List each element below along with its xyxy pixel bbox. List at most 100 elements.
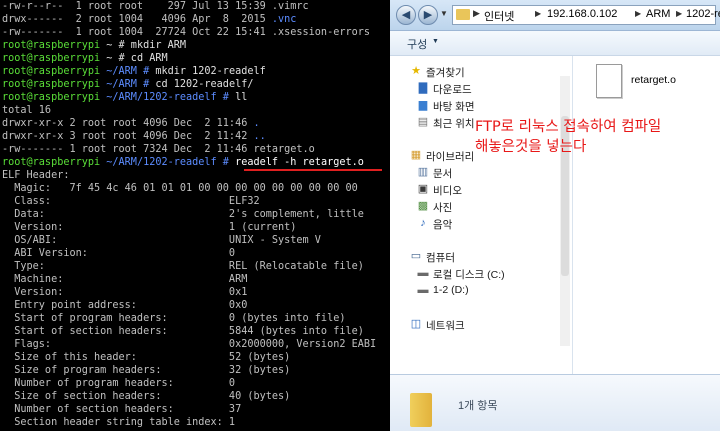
terminal-text: ~/ARM/1202-readelf # bbox=[100, 157, 236, 168]
terminal-line: Start of section headers: 5844 (bytes in… bbox=[2, 325, 364, 338]
nav-label: 로컬 디스크 (C:) bbox=[433, 269, 505, 281]
terminal-text: ~/ARM/1202-readelf # bbox=[100, 92, 236, 103]
terminal-line: root@raspberrypi ~ # cd ARM bbox=[2, 52, 168, 65]
forward-button[interactable]: ▶ bbox=[418, 5, 438, 25]
terminal-line: root@raspberrypi ~/ARM # cd 1202-readelf… bbox=[2, 78, 253, 91]
terminal-window[interactable]: -rw-r--r-- 1 root root 297 Jul 13 15:39 … bbox=[0, 0, 390, 431]
terminal-line: -rw------- 1 root root 7324 Dec 2 11:46 … bbox=[2, 143, 315, 156]
terminal-line: Magic: 7f 45 4c 46 01 01 01 00 00 00 00 … bbox=[2, 182, 358, 195]
chevron-right-icon[interactable]: ▶ bbox=[473, 8, 480, 19]
terminal-text: Start of program headers: 0 (bytes into … bbox=[2, 313, 346, 324]
recent-pages-dropdown[interactable]: ▼ bbox=[440, 9, 448, 18]
terminal-text: Section header string table index: 1 bbox=[2, 417, 236, 428]
terminal-line: Size of program headers: 32 (bytes) bbox=[2, 364, 290, 377]
terminal-text: Data: 2's complement, little bbox=[2, 209, 364, 220]
terminal-text: -rw------- 1 root root 7324 Dec 2 11:46 … bbox=[2, 144, 315, 155]
file-name: retarget.o bbox=[631, 74, 676, 86]
nav-label: 최근 위치 bbox=[433, 118, 475, 130]
terminal-text: readelf -h retarget.o bbox=[235, 157, 364, 168]
terminal-line: Number of program headers: 0 bbox=[2, 377, 235, 390]
nav-label: 라이브러리 bbox=[426, 151, 475, 163]
terminal-line: drwxr-xr-x 3 root root 4096 Dec 2 11:42 … bbox=[2, 130, 266, 143]
terminal-text: Size of section headers: 40 (bytes) bbox=[2, 391, 291, 402]
terminal-line: Entry point address: 0x0 bbox=[2, 299, 247, 312]
terminal-text: drwxr-xr-x 2 root root 4096 Dec 2 11:46 bbox=[2, 118, 254, 129]
navigation-pane: ★ 즐겨찾기 ▇ 다운로드 ▆ 바탕 화면 ▤ 최근 위치 ▦ 라이브러리 ▥ … bbox=[390, 56, 573, 374]
terminal-line: root@raspberrypi ~/ARM/1202-readelf # ll bbox=[2, 91, 247, 104]
terminal-text: Magic: 7f 45 4c 46 01 01 01 00 00 00 00 … bbox=[2, 183, 358, 194]
back-button[interactable]: ◀ bbox=[396, 5, 416, 25]
terminal-line: Version: 1 (current) bbox=[2, 221, 296, 234]
arrow-left-icon: ◀ bbox=[401, 9, 411, 21]
terminal-text: ABI Version: 0 bbox=[2, 248, 236, 259]
nav-label: 문서 bbox=[433, 168, 453, 180]
terminal-text: ll bbox=[235, 92, 248, 103]
music-icon: ♪ bbox=[420, 217, 426, 229]
terminal-text: . bbox=[253, 118, 260, 129]
terminal-text: Machine: ARM bbox=[2, 274, 248, 285]
terminal-text: root@raspberrypi bbox=[2, 66, 101, 77]
terminal-text: Class: ELF32 bbox=[2, 196, 260, 207]
terminal-text: .vnc bbox=[271, 14, 297, 25]
breadcrumb-arm[interactable]: ARM bbox=[646, 8, 670, 20]
network-icon: ◫ bbox=[410, 318, 422, 330]
terminal-text: root@raspberrypi bbox=[2, 92, 101, 103]
breadcrumb-host[interactable]: 192.168.0.102 bbox=[547, 8, 617, 20]
terminal-line: OS/ABI: UNIX - System V bbox=[2, 234, 321, 247]
breadcrumb-internet[interactable]: 인터넷 bbox=[484, 8, 514, 24]
address-bar[interactable]: ▶ 인터넷 ▶ 192.168.0.102 ▶ ARM ▶ 1202-reade… bbox=[452, 5, 720, 25]
command-underline-highlight bbox=[244, 169, 382, 171]
terminal-text: root@raspberrypi bbox=[2, 40, 101, 51]
chevron-right-icon[interactable]: ▶ bbox=[635, 9, 641, 18]
terminal-line: Class: ELF32 bbox=[2, 195, 260, 208]
terminal-line: ELF Header: bbox=[2, 169, 69, 182]
star-icon: ★ bbox=[411, 65, 421, 77]
organize-button[interactable]: 구성 bbox=[407, 36, 427, 52]
terminal-line: Data: 2's complement, little bbox=[2, 208, 364, 221]
terminal-text: drwx------ 2 root 1004 4096 Apr 8 2015 bbox=[2, 14, 272, 25]
terminal-text: ~/ARM # bbox=[100, 66, 156, 77]
terminal-line: Size of section headers: 40 (bytes) bbox=[2, 390, 290, 403]
annotation-line-2: 해놓은것을 넣는다 bbox=[475, 139, 587, 155]
terminal-text: Number of program headers: 0 bbox=[2, 378, 236, 389]
terminal-text: ~/ARM # bbox=[100, 79, 156, 90]
terminal-text: Flags: 0x2000000, Version2 EABI bbox=[2, 339, 377, 350]
explorer-title-bar: ◀ ▶ ▼ ▶ 인터넷 ▶ 192.168.0.102 ▶ ARM ▶ 1202… bbox=[390, 0, 720, 31]
terminal-line: Section header string table index: 1 bbox=[2, 416, 235, 429]
pictures-icon: ▩ bbox=[417, 200, 429, 212]
terminal-text: drwxr-xr-x 3 root root 4096 Dec 2 11:42 bbox=[2, 131, 254, 142]
terminal-line: Start of program headers: 0 (bytes into … bbox=[2, 312, 345, 325]
chevron-right-icon[interactable]: ▶ bbox=[676, 9, 682, 18]
chevron-right-icon[interactable]: ▶ bbox=[535, 9, 541, 18]
nav-label: 비디오 bbox=[433, 185, 462, 197]
nav-label: 다운로드 bbox=[433, 84, 472, 96]
terminal-text: total 16 bbox=[2, 105, 52, 116]
terminal-text: root@raspberrypi bbox=[2, 157, 101, 168]
terminal-text: Number of section headers: 37 bbox=[2, 404, 242, 415]
hard-drive-icon: ▬ bbox=[417, 267, 429, 279]
nav-label: 사진 bbox=[433, 202, 453, 214]
terminal-text: -rw------- 1 root 1004 27724 Oct 22 15:4… bbox=[2, 27, 371, 38]
terminal-line: ABI Version: 0 bbox=[2, 247, 235, 260]
terminal-line: Flags: 0x2000000, Version2 EABI bbox=[2, 338, 376, 351]
arrow-right-icon: ▶ bbox=[423, 9, 433, 21]
details-pane: 1개 항목 bbox=[390, 374, 720, 431]
terminal-text: Size of program headers: 32 (bytes) bbox=[2, 365, 291, 376]
terminal-line: Machine: ARM bbox=[2, 273, 247, 286]
documents-icon: ▥ bbox=[417, 166, 429, 178]
computer-icon: ▭ bbox=[410, 250, 422, 262]
terminal-text: -rw-r--r-- 1 root root 297 Jul 13 15:39 … bbox=[2, 1, 309, 12]
folder-icon bbox=[410, 393, 432, 427]
terminal-text: ~ # cd ARM bbox=[100, 53, 168, 64]
annotation-text: FTP로 리눅스 접속하여 컴파일 해놓은것을 넣는다 bbox=[475, 117, 720, 157]
terminal-text: Size of this header: 52 (bytes) bbox=[2, 352, 291, 363]
nav-label: 컴퓨터 bbox=[426, 252, 455, 264]
terminal-text: root@raspberrypi bbox=[2, 79, 101, 90]
nav-label: 즐겨찾기 bbox=[426, 67, 465, 79]
nav-label: 음악 bbox=[433, 219, 453, 231]
terminal-line: root@raspberrypi ~/ARM # mkdir 1202-read… bbox=[2, 65, 266, 78]
removable-drive-icon: ▬ bbox=[417, 284, 429, 296]
terminal-text: root@raspberrypi bbox=[2, 53, 101, 64]
breadcrumb-1202-readelf[interactable]: 1202-readelf bbox=[686, 8, 720, 20]
item-count: 1개 항목 bbox=[458, 400, 498, 412]
